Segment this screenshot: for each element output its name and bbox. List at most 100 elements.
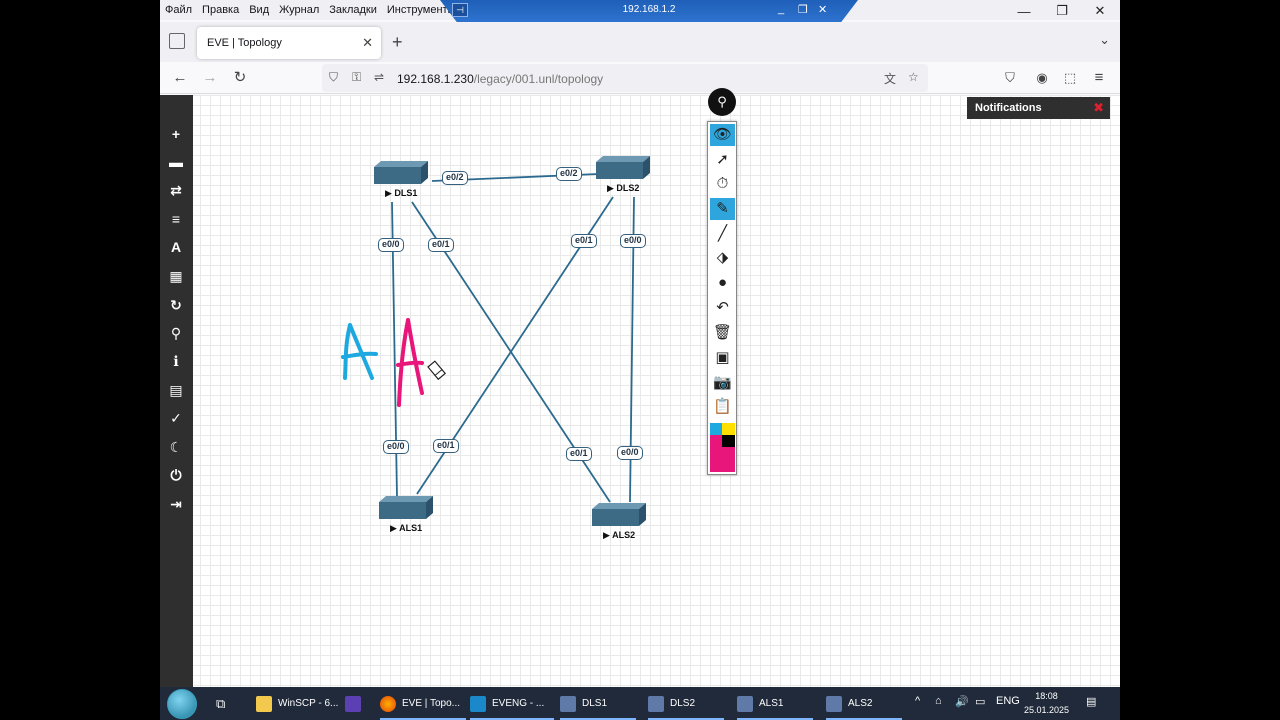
interface-label-dls1-e02: e0/2 (442, 171, 468, 185)
close-icon[interactable]: ✕ (362, 35, 373, 51)
rdp-title: 192.168.1.2 (622, 4, 676, 15)
terminal-icon (826, 695, 842, 712)
account-icon[interactable]: ◉ (1031, 67, 1053, 89)
url-text: 192.168.1.230/legacy/001.unl/topology (397, 72, 604, 86)
clock-time: 18:08 (1035, 691, 1058, 701)
links (391, 173, 635, 503)
notifications-icon[interactable]: ▤ (1086, 695, 1096, 708)
close-icon[interactable]: ✖ (1093, 100, 1104, 116)
interface-label-dls2-e01: e0/1 (571, 234, 597, 248)
display-icon[interactable]: ▭ (975, 695, 985, 708)
network-icon[interactable]: ⌂ (935, 695, 942, 707)
eraser-icon[interactable]: ✎ (710, 198, 735, 220)
reload-icon[interactable]: ↻ (229, 67, 251, 89)
color-palette[interactable] (710, 423, 735, 472)
stopwatch-icon[interactable]: ⏱ (710, 173, 735, 195)
rdp-minimize-button[interactable]: _ (778, 3, 784, 15)
camera-icon[interactable]: 📷 (710, 372, 735, 394)
taskbar: ⧉ WinSCP - 6... EVE | Topo... EVENG - ..… (160, 687, 1120, 720)
taskbar-item-eveng[interactable]: EVENG - ... (470, 687, 554, 720)
extensions-icon[interactable]: ⬚ (1059, 67, 1081, 89)
taskbar-item-save[interactable] (345, 687, 367, 720)
eye-icon[interactable]: 👁 (710, 124, 735, 146)
menu-file[interactable]: Файл (160, 4, 197, 16)
color-swatch-pink[interactable] (710, 435, 722, 447)
node-label-dls2[interactable]: ▶ DLS2 (607, 183, 639, 194)
interface-label-als1-e00: e0/0 (383, 440, 409, 454)
terminal-icon (560, 695, 576, 712)
taskbar-item-dls1[interactable]: DLS1 (560, 687, 636, 720)
taskbar-item-dls2[interactable]: DLS2 (648, 687, 724, 720)
node-label-dls1[interactable]: ▶ DLS1 (385, 188, 417, 199)
back-icon[interactable]: ← (169, 67, 191, 89)
taskbar-item-winscp[interactable]: WinSCP - 6... (256, 687, 338, 720)
interface-label-als2-e01: e0/1 (566, 447, 592, 461)
rdp-restore-button[interactable]: ❐ (798, 3, 808, 16)
lock-warning-icon[interactable]: ⚿ (352, 70, 361, 85)
maximize-button[interactable]: ❐ (1043, 0, 1081, 22)
drawing-toolbar: 👁 ➚ ⏱ ✎ ╱ ⬗ ● ↶ 🗑 ▣ 📷 📋 (707, 121, 737, 475)
trash-icon[interactable]: 🗑 (710, 322, 735, 344)
switch-icon-dls1[interactable] (374, 161, 428, 184)
clipboard-icon[interactable]: 📋 (710, 396, 735, 418)
vmware-icon (470, 695, 486, 712)
interface-label-dls1-e01: e0/1 (428, 238, 454, 252)
clock-date: 25.01.2025 (1024, 705, 1070, 715)
highlighter-icon[interactable]: ⬗ (710, 247, 735, 269)
close-button[interactable]: ✕ (1081, 0, 1119, 22)
save-disk-icon (345, 695, 361, 712)
tab-eve-topology[interactable]: EVE | Topology ✕ (197, 27, 381, 59)
interface-label-dls2-e00: e0/0 (620, 234, 646, 248)
start-button[interactable] (167, 689, 197, 719)
taskbar-item-als1[interactable]: ALS1 (737, 687, 813, 720)
permissions-icon[interactable]: ⇌ (374, 70, 384, 84)
volume-icon[interactable]: 🔊 (955, 695, 969, 708)
address-bar[interactable]: ⛉ ⚿ ⇌ 192.168.1.230/legacy/001.unl/topol… (322, 64, 928, 92)
tab-title: EVE | Topology (207, 37, 282, 49)
clock[interactable]: 18:08 25.01.2025 (1024, 689, 1069, 717)
brush-size-icon[interactable]: ● (710, 272, 735, 294)
color-swatch-blue[interactable] (710, 423, 722, 435)
tray-chevron-icon[interactable]: ^ (915, 695, 920, 707)
bookmark-star-icon[interactable]: ☆ (908, 70, 919, 84)
taskbar-item-als2[interactable]: ALS2 (826, 687, 902, 720)
color-swatch-yellow[interactable] (722, 423, 735, 435)
taskbar-item-firefox[interactable]: EVE | Topo... (380, 687, 466, 720)
pocket-icon[interactable]: ⛉ (999, 67, 1021, 89)
translate-icon[interactable]: 文 (884, 70, 896, 87)
undo-icon[interactable]: ↶ (710, 297, 735, 319)
browser-window: Файл Правка Вид Журнал Закладки Инструме… (160, 0, 1120, 720)
forward-icon[interactable]: → (199, 67, 221, 89)
chevron-down-icon[interactable]: ⌄ (1099, 32, 1110, 48)
switch-icon-als2[interactable] (592, 503, 646, 526)
switch-icon-als1[interactable] (379, 496, 433, 519)
tab-bar: EVE | Topology ✕ + ⌄ (160, 22, 1120, 62)
toolbar-pin-icon[interactable]: ⚲ (708, 88, 736, 116)
board-icon[interactable]: ▣ (710, 347, 735, 369)
topology-canvas[interactable]: + ▬ ⇄ ≡ A ▦ ↻ ⚲ ℹ ▤ ✓ ☾ ⏻ ⇥ ▶ DLS1 ▶ DLS… (160, 88, 1120, 687)
topology-diagram (341, 156, 650, 526)
node-label-als1[interactable]: ▶ ALS1 (390, 523, 422, 534)
menu-history[interactable]: Журнал (274, 4, 324, 16)
pink-handwritten-a (396, 318, 424, 407)
menu-view[interactable]: Вид (244, 4, 274, 16)
menu-icon[interactable]: ≡ (1088, 67, 1110, 89)
pointer-icon[interactable]: ➚ (710, 149, 735, 171)
task-view-icon[interactable]: ⧉ (216, 687, 225, 720)
switch-icon-dls2[interactable] (596, 156, 650, 179)
node-label-als2[interactable]: ▶ ALS2 (603, 530, 635, 541)
minimize-button[interactable]: — (1005, 0, 1043, 22)
new-tab-icon[interactable]: + (392, 32, 403, 53)
current-color[interactable] (710, 447, 735, 472)
terminal-icon (648, 695, 664, 712)
language-indicator[interactable]: ENG (996, 695, 1020, 707)
menu-edit[interactable]: Правка (197, 4, 244, 16)
color-swatch-black[interactable] (722, 435, 735, 447)
shield-icon[interactable]: ⛉ (329, 70, 338, 85)
interface-label-dls1-e00: e0/0 (378, 238, 404, 252)
tab-list-icon[interactable] (169, 33, 185, 49)
terminal-icon (737, 695, 753, 712)
pen-icon[interactable]: ╱ (710, 223, 735, 245)
rdp-close-button[interactable]: ✕ (818, 3, 827, 16)
menu-bookmarks[interactable]: Закладки (324, 4, 382, 16)
